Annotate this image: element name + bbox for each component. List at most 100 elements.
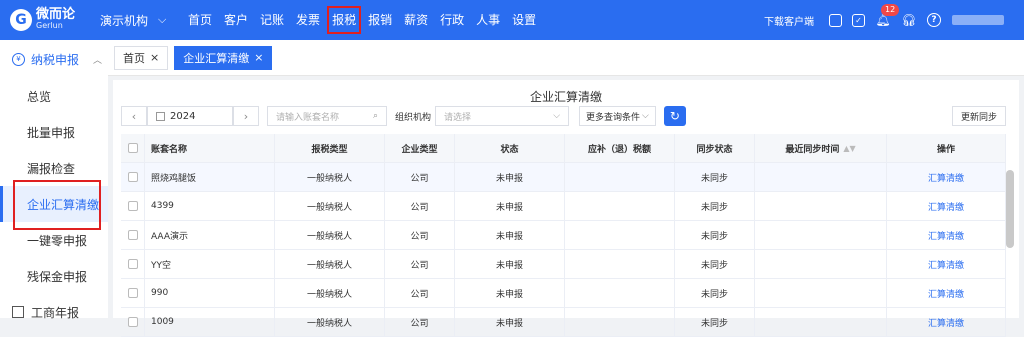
col-company-type: 企业类型 [385,134,455,162]
year-picker[interactable]: 2024 [147,106,233,126]
help-icon[interactable]: ? [927,13,941,27]
nav-tax[interactable]: 报税 [326,0,362,40]
close-icon[interactable]: × [150,51,159,64]
row-checkbox-cell[interactable] [121,192,145,220]
topbar-tools: 下载客户端 ✓ 🔔︎ 12 🎧︎ ? [764,0,1024,40]
cell-account-name-text: AAA演示 [151,231,188,242]
cell-sync-status-text: 未同步 [700,289,728,300]
cell-amount [565,308,675,336]
settlement-action-link[interactable]: 汇算清缴 [928,171,964,184]
cell-action: 汇算清缴 [887,279,1006,307]
cell-status-text: 未申报 [495,231,523,242]
sidebar-item-annual-settlement[interactable]: 企业汇算清缴 [0,180,108,230]
org-filter-select[interactable]: 请选择 ⌵ [435,106,570,126]
update-sync-button[interactable]: 更新同步 [951,106,1006,126]
cell-account-name: 4399 [145,192,275,220]
cell-tax-type: 一般纳税人 [275,192,385,220]
col-status: 状态 [455,134,565,162]
cell-sync-status: 未同步 [675,221,755,249]
more-filters-button[interactable]: 更多查询条件 ⌵ [579,106,656,126]
row-checkbox-cell[interactable] [121,279,145,307]
clipboard-check-icon[interactable]: ✓ [852,13,865,27]
row-checkbox-cell[interactable] [121,221,145,249]
cell-tax-type: 一般纳税人 [275,221,385,249]
col-last-sync[interactable]: 最近同步时间 ▲▼ [755,134,887,162]
settlement-action-link[interactable]: 汇算清缴 [928,200,964,213]
account-search-input[interactable]: 请输入账套名称 ⌕ [267,106,387,126]
col-actions: 操作 [887,134,1006,162]
cell-account-name: 1009 [145,308,275,336]
org-selector[interactable]: 演示机构 ⌵ [100,12,178,29]
nav-settings[interactable]: 设置 [506,0,542,40]
nav-hr[interactable]: 人事 [470,0,506,40]
sidebar-section-tax-declaration[interactable]: ¥ 纳税申报 ︿ [0,40,108,78]
tab-home[interactable]: 首页 × [114,45,169,70]
select-all-checkbox-cell[interactable] [121,134,145,162]
sidebar-item-batch-declare[interactable]: 批量申报 [0,114,108,150]
brand-logo[interactable]: G 微而论 Gerlun [10,8,88,31]
settlement-action-link[interactable]: 汇算清缴 [928,287,964,300]
nav-invoice[interactable]: 发票 [290,0,326,40]
checkbox[interactable] [127,259,138,269]
sidebar-item-zero-declare[interactable]: 一键零申报 [0,222,108,258]
cell-sync-status-text: 未同步 [700,173,728,184]
cell-status: 未申报 [455,250,565,278]
chevron-down-icon: ⌵ [158,13,167,26]
cell-action: 汇算清缴 [887,163,1006,191]
cell-sync-status: 未同步 [675,163,755,191]
cell-account-name-text: 990 [151,288,169,298]
nav-bookkeeping[interactable]: 记账 [254,0,290,40]
checkbox[interactable] [127,201,138,211]
sidebar-item-disability-fund[interactable]: 残保金申报 [0,258,108,294]
nav-home[interactable]: 首页 [182,0,218,40]
table-row: 照烧鸡腿饭 一般纳税人 公司 未申报 未同步 汇算清缴 [121,163,1006,192]
settlement-action-link[interactable]: 汇算清缴 [928,258,964,271]
cell-sync-status-text: 未同步 [700,260,728,271]
nav-admin[interactable]: 行政 [434,0,470,40]
col-account-name: 账套名称 [145,134,275,162]
nav-customers[interactable]: 客户 [218,0,254,40]
top-navbar: G 微而论 Gerlun 演示机构 ⌵ 首页 客户 记账 发票 报税 报销 薪资… [0,0,1024,40]
search-icon: ⌕ [372,111,378,121]
main-panel: 企业汇算清缴 ‹ 2024 › 请输入账套名称 ⌕ 组织机构 请选择 ⌵ 更多查… [113,80,1019,337]
cell-account-name: AAA演示 [145,221,275,249]
row-checkbox-cell[interactable] [121,250,145,278]
next-year-button[interactable]: › [233,106,259,126]
download-client-link[interactable]: 下载客户端 [764,13,814,28]
table-row: AAA演示 一般纳税人 公司 未申报 未同步 汇算清缴 [121,221,1006,250]
settlement-action-link[interactable]: 汇算清缴 [928,316,964,329]
prev-year-button[interactable]: ‹ [121,106,147,126]
bell-icon[interactable]: 🔔︎ 12 [875,4,900,28]
close-icon[interactable]: × [254,51,263,64]
cell-status-text: 未申报 [495,318,523,329]
cell-sync-status-text: 未同步 [700,318,728,329]
checkbox[interactable] [127,230,138,240]
checkbox[interactable] [127,317,138,327]
row-checkbox-cell[interactable] [121,308,145,336]
scan-icon[interactable] [829,13,842,27]
cell-company-type: 公司 [385,192,455,220]
nav-payroll[interactable]: 薪资 [398,0,434,40]
tab-annual-settlement[interactable]: 企业汇算清缴 × [174,45,273,70]
cell-amount [565,250,675,278]
cell-tax-type-text: 一般纳税人 [306,289,352,300]
checkbox[interactable] [127,172,138,182]
headset-icon[interactable]: 🎧︎ [901,12,917,28]
row-checkbox-cell[interactable] [121,163,145,191]
user-account[interactable] [952,15,1004,25]
nav-reimbursement[interactable]: 报销 [362,0,398,40]
sidebar-item-overview[interactable]: 总览 [0,78,108,114]
search-placeholder: 请输入账套名称 [276,112,340,123]
settlement-action-link[interactable]: 汇算清缴 [928,229,964,242]
cell-company-type-text: 公司 [410,202,429,213]
settlement-table: 账套名称 报税类型 企业类型 状态 应补（退）税额 同步状态 最近同步时间 ▲▼ … [121,134,1006,337]
cell-tax-type: 一般纳税人 [275,308,385,336]
cell-company-type-text: 公司 [410,289,429,300]
sidebar-section-annual-report[interactable]: 工商年报 [0,294,108,330]
table-row: 4399 一般纳税人 公司 未申报 未同步 汇算清缴 [121,192,1006,221]
vertical-scrollbar[interactable] [1006,170,1014,248]
checkbox[interactable] [127,143,138,153]
checkbox[interactable] [127,288,138,298]
refresh-button[interactable]: ↻ [663,106,686,126]
cell-status-text: 未申报 [495,202,523,213]
